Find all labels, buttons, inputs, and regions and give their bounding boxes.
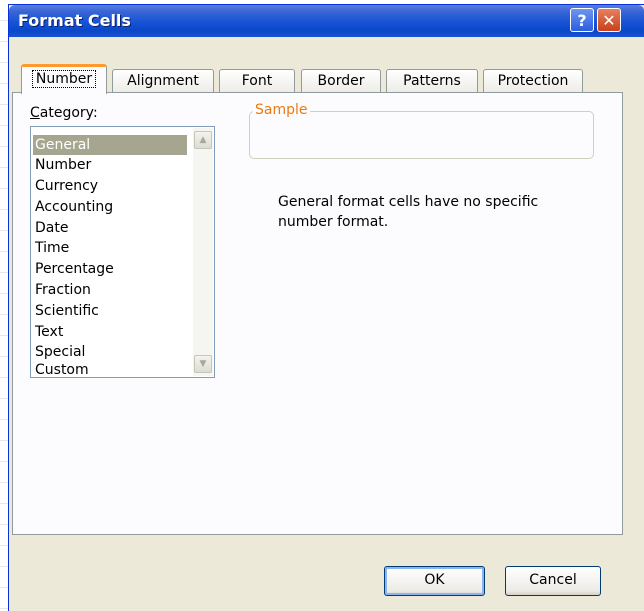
tab-patterns[interactable]: Patterns	[386, 69, 478, 93]
list-item[interactable]: Percentage	[35, 259, 185, 279]
list-item[interactable]: Special	[35, 342, 185, 362]
tab-font[interactable]: Font	[219, 69, 295, 93]
help-icon[interactable]: ?	[570, 8, 594, 32]
category-label-mnemonic: C	[30, 105, 40, 121]
ok-button[interactable]: OK	[384, 566, 485, 596]
category-scrollbar[interactable]: ▲ ▼	[193, 128, 213, 376]
list-item[interactable]: Accounting	[35, 197, 185, 217]
chevron-down-icon[interactable]: ▼	[194, 355, 212, 373]
list-item[interactable]: General	[33, 135, 187, 155]
sample-box: Sample	[249, 102, 594, 159]
list-item[interactable]: Currency	[35, 176, 185, 196]
category-list[interactable]: General Number Currency Accounting Date …	[30, 126, 215, 378]
list-item[interactable]: Fraction	[35, 280, 185, 300]
title-bar[interactable]: Format Cells ? ✕	[9, 5, 644, 37]
list-item[interactable]: Date	[35, 218, 185, 238]
chevron-up-icon[interactable]: ▲	[194, 131, 212, 149]
category-label: Category:	[30, 105, 98, 121]
help-glyph: ?	[577, 10, 587, 30]
tab-label: Number	[31, 70, 97, 88]
list-item[interactable]: Text	[35, 322, 185, 342]
sample-legend: Sample	[253, 102, 310, 118]
tab-protection[interactable]: Protection	[483, 69, 583, 93]
tab-alignment[interactable]: Alignment	[112, 69, 214, 93]
list-item[interactable]: Number	[35, 155, 185, 175]
list-item[interactable]: Time	[35, 238, 185, 258]
category-label-text: ategory:	[39, 105, 98, 121]
list-item[interactable]: Custom	[35, 363, 185, 377]
close-icon[interactable]: ✕	[597, 8, 621, 32]
close-glyph: ✕	[602, 10, 616, 30]
format-description: General format cells have no specific nu…	[278, 194, 539, 230]
cancel-button[interactable]: Cancel	[505, 566, 601, 596]
list-item[interactable]: Scientific	[35, 301, 185, 321]
tab-number[interactable]: Number	[21, 64, 107, 94]
dialog-title: Format Cells	[18, 11, 131, 30]
tab-border[interactable]: Border	[301, 69, 381, 93]
